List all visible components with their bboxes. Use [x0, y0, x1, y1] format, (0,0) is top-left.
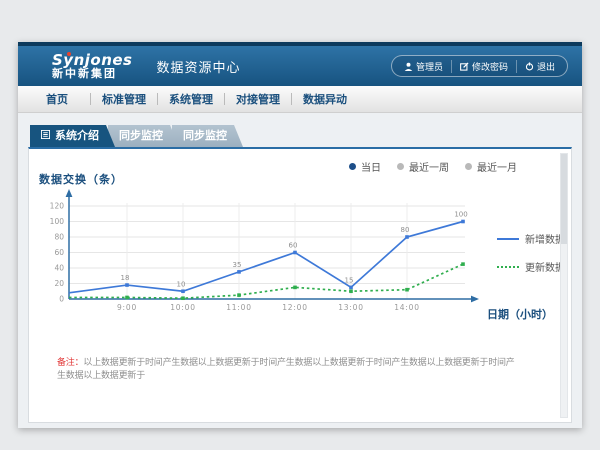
tab-sync-monitor-1-label: 同步监控	[119, 129, 163, 142]
data-point-label: 18	[121, 274, 130, 282]
user-menu: 管理员 修改密码 退出	[391, 55, 568, 77]
brand-name: Synjones	[52, 52, 133, 69]
chart-legend: 新增数据 更新数据	[497, 231, 565, 274]
brand-accent-dot	[67, 52, 71, 56]
filter-last-month[interactable]: 最近一月	[465, 159, 517, 174]
footnote-text: 以上数据更新于时间产生数据以上数据更新于时间产生数据以上数据更新于时间产生数据以…	[57, 358, 515, 381]
tab-sync-monitor-2[interactable]: 同步监控	[172, 125, 243, 147]
title-bar: Synjones 新中新集团 数据资源中心 管理员 修改密码	[18, 42, 582, 86]
tab-system-intro-label: 系统介绍	[55, 125, 99, 147]
time-range-filters: 当日 最近一周 最近一月	[349, 159, 517, 174]
content-area: 系统介绍 同步监控 同步监控 当日 最近一周	[18, 113, 582, 423]
change-password-button[interactable]: 修改密码	[451, 60, 516, 73]
user-menu-admin[interactable]: 管理员	[396, 60, 451, 73]
data-point	[125, 283, 129, 287]
nav-item-system[interactable]: 系统管理	[158, 91, 224, 107]
data-point	[237, 293, 241, 297]
x-tick-label: 12:00	[282, 303, 308, 312]
x-tick-label: 11:00	[226, 303, 252, 312]
data-point	[125, 296, 129, 300]
data-point-label: 60	[289, 242, 298, 250]
logout-label: 退出	[537, 60, 555, 73]
data-point	[405, 235, 409, 239]
y-tick-label: 80	[54, 233, 64, 242]
data-point	[461, 262, 465, 266]
legend-updated-data-label: 更新数据	[525, 259, 565, 274]
filter-last-week-label: 最近一周	[409, 159, 449, 174]
x-tick-label: 10:00	[170, 303, 196, 312]
data-point	[461, 220, 465, 224]
radio-unselected-icon	[397, 163, 404, 170]
filter-last-week[interactable]: 最近一周	[397, 159, 449, 174]
change-password-label: 修改密码	[472, 60, 508, 73]
data-point	[181, 289, 185, 293]
footnote: 备注：以上数据更新于时间产生数据以上数据更新于时间产生数据以上数据更新于时间产生…	[57, 355, 515, 381]
data-point	[405, 288, 409, 292]
tab-system-intro[interactable]: 系统介绍	[30, 125, 115, 147]
data-point-label: 100	[454, 211, 467, 219]
user-menu-admin-label: 管理员	[416, 60, 443, 73]
power-icon	[525, 62, 534, 71]
x-axis-title: 日期（小时）	[487, 306, 553, 322]
main-nav: 首页 标准管理 系统管理 对接管理 数据异动	[18, 86, 582, 113]
x-tick-label: 13:00	[338, 303, 364, 312]
data-point-label: 10	[177, 280, 186, 288]
y-axis-title: 数据交换（条）	[39, 171, 123, 187]
data-point	[293, 286, 297, 290]
company-name: 新中新集团	[52, 68, 133, 80]
radio-unselected-icon	[465, 163, 472, 170]
x-tick-label: 9:00	[117, 303, 137, 312]
filter-today[interactable]: 当日	[349, 159, 381, 174]
filter-last-month-label: 最近一月	[477, 159, 517, 174]
solid-line-swatch-icon	[497, 238, 519, 240]
y-tick-label: 20	[54, 279, 64, 288]
app-title: 数据资源中心	[157, 57, 241, 76]
edit-icon	[460, 62, 469, 71]
tab-sync-monitor-2-label: 同步监控	[183, 129, 227, 142]
document-icon	[41, 125, 50, 147]
data-point	[349, 289, 353, 293]
x-tick-label: 14:00	[394, 303, 420, 312]
nav-item-data-changes[interactable]: 数据异动	[292, 91, 358, 107]
panel-scrollbar[interactable]	[560, 153, 568, 418]
data-point	[181, 296, 185, 300]
line-chart: 0 20 40 60 80 100 120 9:00 10:00 11:00 12:00 13:00 1…	[41, 189, 481, 317]
nav-item-integration[interactable]: 对接管理	[225, 91, 291, 107]
y-tick-label: 60	[54, 248, 64, 257]
tab-sync-monitor-1[interactable]: 同步监控	[108, 125, 179, 147]
chart-panel: 当日 最近一周 最近一月 数据交换（条） 0 20 40 60 80 100 120 9:00…	[28, 147, 572, 423]
legend-item-updated-data[interactable]: 更新数据	[497, 259, 565, 274]
data-point	[237, 270, 241, 274]
scrollbar-thumb[interactable]	[561, 154, 567, 244]
data-point	[349, 286, 353, 290]
nav-item-home[interactable]: 首页	[24, 91, 90, 107]
legend-item-new-data[interactable]: 新增数据	[497, 231, 565, 246]
logout-button[interactable]: 退出	[516, 60, 563, 73]
data-point	[293, 251, 297, 255]
filter-today-label: 当日	[361, 159, 381, 174]
user-icon	[404, 62, 413, 71]
y-tick-label: 0	[59, 295, 64, 304]
legend-new-data-label: 新增数据	[525, 231, 565, 246]
radio-selected-icon	[349, 163, 356, 170]
data-point-label: 80	[401, 226, 410, 234]
y-axis-arrow-icon	[66, 189, 73, 197]
dotted-line-swatch-icon	[497, 266, 519, 268]
tab-bar: 系统介绍 同步监控 同步监控	[30, 125, 582, 147]
nav-item-standards[interactable]: 标准管理	[91, 91, 157, 107]
y-tick-label: 120	[50, 202, 65, 211]
data-point-label: 35	[233, 261, 242, 269]
y-tick-label: 40	[54, 264, 64, 273]
footnote-label: 备注：	[57, 358, 83, 368]
data-point-label: 15	[345, 276, 354, 284]
app-window: Synjones 新中新集团 数据资源中心 管理员 修改密码	[18, 42, 582, 428]
y-tick-label: 100	[50, 217, 65, 226]
x-axis-arrow-icon	[471, 296, 479, 303]
brand-logo: Synjones 新中新集团	[52, 52, 133, 81]
